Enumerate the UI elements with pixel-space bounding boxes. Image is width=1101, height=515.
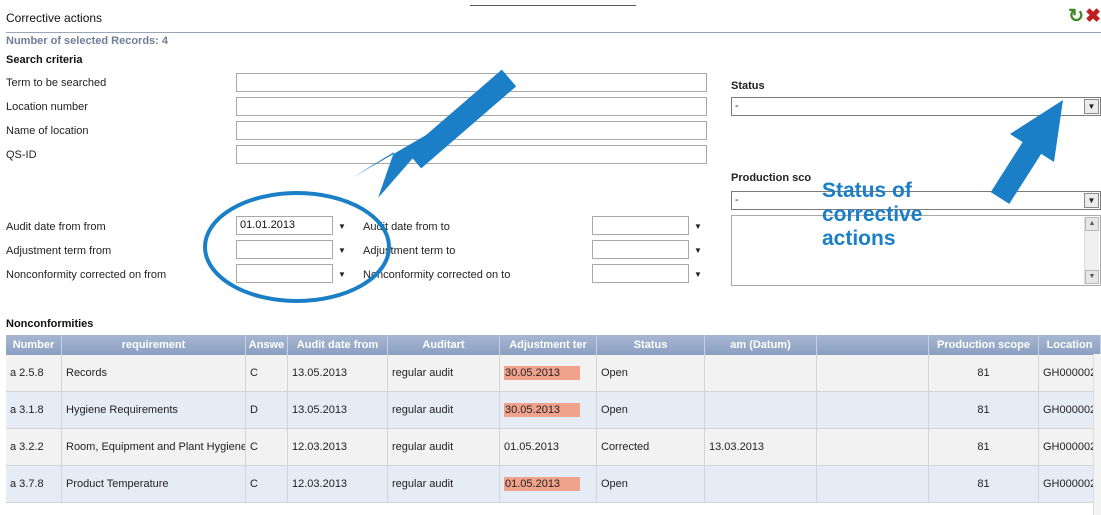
annotation-line-2: corrective xyxy=(822,203,923,226)
arrow-to-status-field xyxy=(990,100,1063,204)
status-annotation-text: Status of corrective actions xyxy=(822,179,922,251)
annotation-line-3: actions xyxy=(822,227,896,250)
annotation-line-1: Status of xyxy=(822,179,912,202)
highlight-ellipse xyxy=(203,191,391,303)
arrow-to-date-fields xyxy=(352,69,517,198)
annotation-overlay xyxy=(203,69,1063,303)
